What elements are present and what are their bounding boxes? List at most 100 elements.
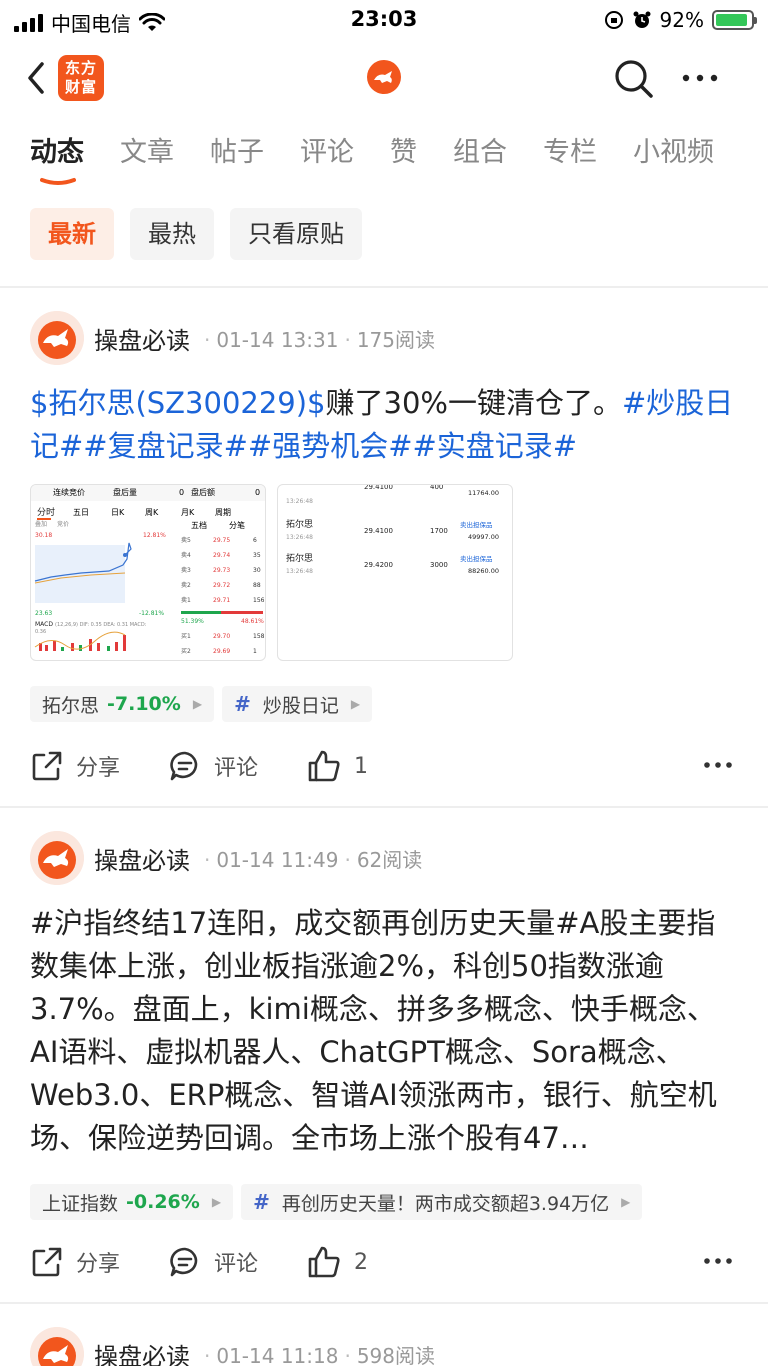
like-count: 1: [354, 753, 369, 779]
tab-posts[interactable]: 帖子: [210, 130, 264, 190]
comment-button[interactable]: 评论: [168, 1245, 258, 1279]
back-icon[interactable]: [22, 60, 52, 96]
thumb-header-0: 连续竞价: [53, 487, 85, 497]
tab-articles[interactable]: 文章: [120, 130, 174, 190]
post-meta: · 01-14 11:49 · 62阅读: [204, 847, 423, 872]
tab-short-video[interactable]: 小视频: [633, 130, 714, 190]
chart-tab-1: 五日: [73, 508, 89, 517]
stock-link[interactable]: $拓尔思(SZ300229)$: [30, 386, 326, 420]
read-count: 598阅读: [356, 1343, 436, 1366]
ask-volume: 88: [253, 582, 261, 589]
macd-bars: [34, 631, 126, 651]
alarm-icon: [633, 11, 651, 28]
bid-label: 买2: [181, 647, 191, 655]
rotation-lock-icon: [604, 11, 623, 29]
share-icon: [32, 1247, 62, 1277]
topic-tag[interactable]: # 炒股日记 ▶: [222, 686, 373, 722]
chevron-right-icon: ▶: [192, 697, 203, 711]
avatar[interactable]: [30, 831, 84, 885]
status-bar: 中国电信 23:03 92%: [0, 0, 768, 40]
chart-tab-2: 日K: [111, 508, 125, 517]
pct-low: -12.81%: [139, 610, 164, 617]
more-icon[interactable]: [678, 62, 722, 94]
comment-icon: [170, 751, 198, 781]
like-button[interactable]: 2: [306, 1245, 368, 1279]
tab-likes[interactable]: 赞: [390, 130, 417, 190]
bull-avatar-icon: [30, 1327, 84, 1366]
filter-original-only[interactable]: 只看原贴: [230, 208, 362, 260]
more-icon[interactable]: [702, 1248, 734, 1274]
author-name[interactable]: 操盘必读: [94, 841, 190, 876]
ask-volume: 156: [253, 597, 265, 604]
comment-button[interactable]: 评论: [168, 749, 258, 783]
trade-time: 13:26:48: [286, 568, 313, 575]
trade-price: 29.4100: [364, 527, 393, 535]
hashtag-icon: #: [253, 1190, 270, 1214]
share-label: 分享: [76, 756, 121, 781]
index-tag[interactable]: 上证指数 -0.26% ▶: [30, 1184, 234, 1220]
ask-price: 29.72: [213, 582, 230, 589]
thumb-header-1: 盘后量: [113, 487, 137, 497]
macd-value: 0.36: [35, 629, 46, 635]
filter-newest[interactable]: 最新: [30, 208, 114, 260]
post-actions: 分享 评论 1: [30, 744, 740, 788]
avatar[interactable]: [30, 311, 84, 365]
share-button[interactable]: 分享: [30, 1245, 120, 1279]
more-icon[interactable]: [702, 752, 734, 778]
post-meta: · 01-14 11:18 · 598阅读: [204, 1343, 436, 1366]
divider: [0, 1302, 768, 1304]
chart-screenshot-thumbnail[interactable]: 连续竞价 盘后量 0 盘后额 0 分时 五日 日K 周K 月K 周期 叠加 竞价…: [30, 484, 266, 661]
chart-tab-4: 月K: [181, 508, 195, 517]
search-icon[interactable]: [612, 57, 656, 101]
like-button[interactable]: 1: [306, 749, 368, 783]
bid-price: 29.70: [213, 633, 230, 640]
post-card: 操盘必读 · 01-14 11:49 · 62阅读 #沪指终结17连阳，成交额再创历史…: [0, 830, 768, 1300]
comment-label: 评论: [214, 756, 259, 781]
post-text[interactable]: #沪指终结17连阳，成交额再创历史天量#A股主要指数集体上涨，创业板指涨逾2%，…: [30, 902, 740, 1162]
trade-time: 13:26:48: [286, 498, 313, 505]
share-button[interactable]: 分享: [30, 749, 120, 783]
avatar[interactable]: [30, 1327, 84, 1366]
tab-comments[interactable]: 评论: [300, 130, 354, 190]
post-actions: 分享 评论 2: [30, 1240, 740, 1284]
post-date: 01-14 11:18: [216, 1343, 339, 1366]
tab-column[interactable]: 专栏: [543, 130, 597, 190]
bull-avatar-icon: [30, 311, 84, 365]
trade-record-thumbnail[interactable]: 13:26:48 29.4100 400 11764.00 拓尔思 13:26:48 29.…: [277, 484, 513, 661]
topic-tag-name: 再创历史天量！两市成交额超3.94万亿: [281, 1192, 610, 1215]
trade-qty: 1700: [430, 527, 448, 535]
bull-logo-icon: [367, 60, 401, 94]
post-tags: 上证指数 -0.26% ▶ # 再创历史天量！两市成交额超3.94万亿 ▶: [30, 1184, 643, 1220]
trade-type: 卖出担保品: [460, 520, 493, 529]
post-header: 操盘必读 · 01-14 13:31 · 175阅读: [30, 310, 435, 366]
tab-portfolio[interactable]: 组合: [453, 130, 507, 190]
trade-qty: 3000: [430, 561, 448, 569]
post-card: 操盘必读 · 01-14 11:18 · 598阅读: [0, 1326, 768, 1366]
hashtag-icon: #: [234, 692, 251, 716]
filter-bar: 最新 最热 只看原贴: [30, 208, 362, 260]
like-count: 2: [354, 1249, 369, 1275]
nav-bar: 东方财富: [0, 48, 768, 108]
sell-pct: 48.61%: [241, 618, 264, 625]
ask-label: 卖3: [181, 567, 191, 574]
author-name[interactable]: 操盘必读: [94, 1337, 190, 1366]
trade-record-image: 13:26:48 29.4100 400 11764.00 拓尔思 13:26:48 29.…: [286, 485, 499, 575]
post-text[interactable]: $拓尔思(SZ300229)$赚了30%一键清仓了。#炒股日记##复盘记录##强…: [30, 382, 740, 468]
author-name[interactable]: 操盘必读: [94, 321, 190, 356]
chart-tabs: 分时 五日 日K 周K 月K 周期: [37, 506, 231, 520]
ask-label: 卖2: [181, 582, 191, 589]
topic-tag[interactable]: # 再创历史天量！两市成交额超3.94万亿 ▶: [241, 1184, 643, 1220]
brand-logo[interactable]: 东方财富: [58, 55, 104, 101]
trade-stock-name: 拓尔思: [286, 552, 313, 564]
filter-hottest[interactable]: 最热: [130, 208, 214, 260]
thumb-header-3: 盘后额: [191, 487, 215, 497]
battery-icon: [712, 10, 757, 30]
ask-price: 29.74: [213, 552, 230, 559]
stock-tag[interactable]: 拓尔思 -7.10% ▶: [30, 686, 215, 722]
read-count: 175阅读: [356, 327, 436, 352]
trade-amount: 88260.00: [468, 567, 499, 575]
trade-amount: 11764.00: [468, 489, 499, 497]
post-meta: · 01-14 13:31 · 175阅读: [204, 327, 436, 352]
trade-price: 29.4200: [364, 561, 393, 569]
bid-label: 买1: [181, 632, 191, 640]
